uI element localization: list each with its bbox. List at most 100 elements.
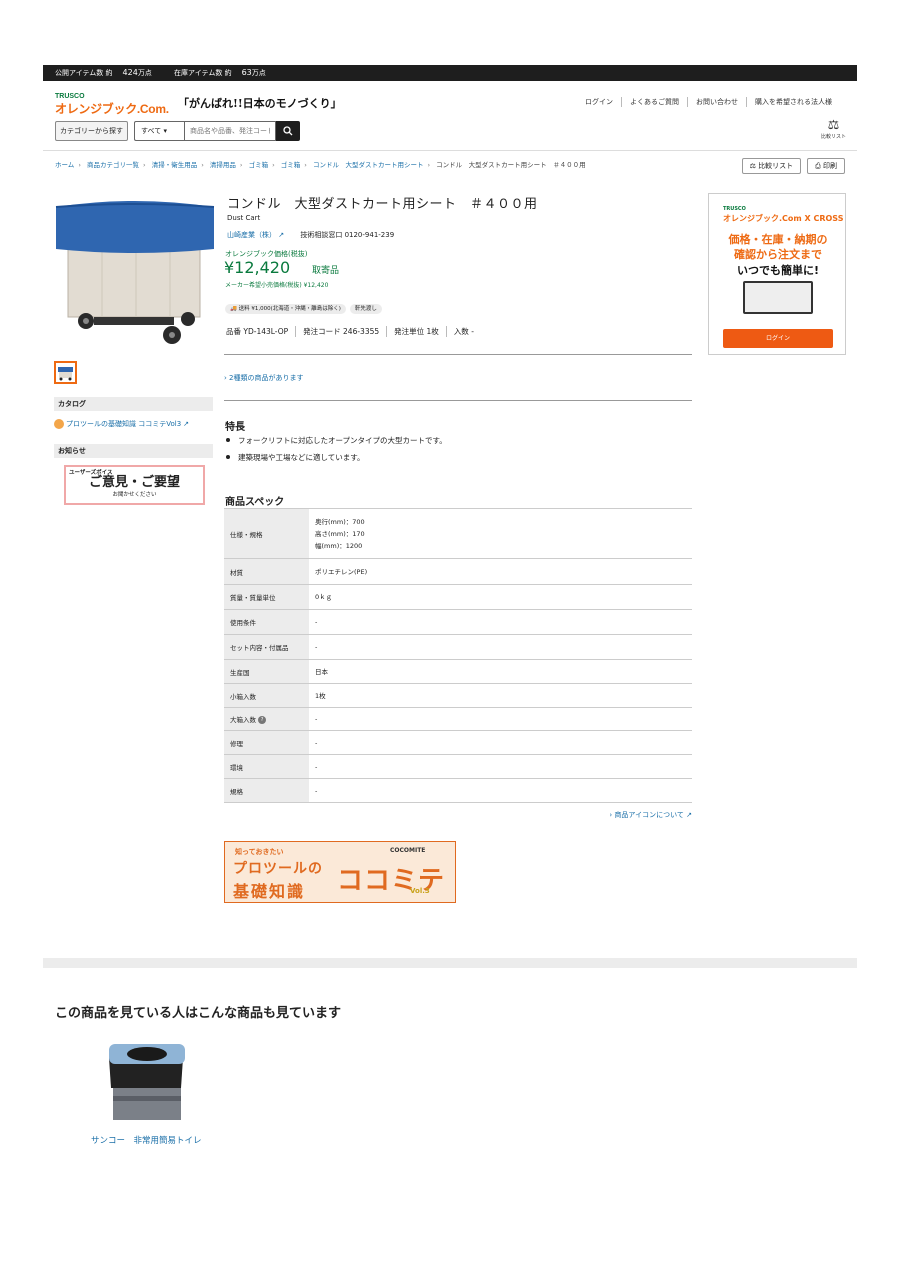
breadcrumb: ホーム › 商品カテゴリ一覧 › 清掃・衛生用品 › 清掃用品 › ゴミ箱 › ゴミ箱 › … <box>55 159 586 169</box>
table-row: 仕様・規格 奥行(mm)：700 高さ(mm)：170 幅(mm)：1200 <box>224 508 692 559</box>
quantity: 入数 - <box>445 326 481 337</box>
contact-link[interactable]: お問い合わせ <box>687 97 746 107</box>
table-row: 環境 - <box>224 754 692 779</box>
stock-items-count: 在庫アイテム数 約 63万点 <box>174 68 266 77</box>
monitor-icon <box>743 281 813 314</box>
table-row: 小箱入数 1枚 <box>224 683 692 708</box>
recommend-heading: この商品を見ている人はこんな商品も見ています <box>55 1006 342 1021</box>
maker-link[interactable]: 山崎産業（株） ↗ <box>227 231 284 239</box>
cross-ad: TRUSCO オレンジブック.Com X CROSS 価格・在庫・納期の 確認から… <box>708 193 846 355</box>
breadcrumb-home[interactable]: ホーム <box>55 161 74 169</box>
shipping-tags: 🚚 送料 ¥1,000(北海道・沖縄・離島は除く) 軒先渡し <box>225 304 382 314</box>
catalog-link[interactable]: プロツールの基礎知識 ココミテVol3 ↗ <box>54 419 189 429</box>
features-heading: 特長 <box>225 422 245 433</box>
order-unit: 発注単位 1枚 <box>386 326 446 337</box>
category-button[interactable]: カテゴリーから探す <box>55 121 128 141</box>
search-icon <box>283 126 293 136</box>
price: ¥12,420 <box>224 258 291 277</box>
search-button[interactable] <box>276 121 300 141</box>
search-scope-select[interactable]: すべて ▾ <box>134 121 184 141</box>
header-links: ログイン よくあるご質問 お問い合わせ 購入を希望される法人様 <box>577 97 840 107</box>
compare-list-button[interactable]: ⚖ 比較リスト <box>821 118 846 141</box>
chevron-right-icon: › <box>427 161 431 169</box>
table-row: セット内容・付属品 - <box>224 634 692 660</box>
site-logo[interactable]: TRUSCO オレンジブック.Com. <box>55 93 169 117</box>
maker-row: 山崎産業（株） ↗ 技術相談窓口 0120-941-239 <box>227 230 394 240</box>
chevron-right-icon: › <box>239 161 243 169</box>
faq-link[interactable]: よくあるご質問 <box>621 97 687 107</box>
external-link-icon: ↗ <box>183 420 190 428</box>
page-tools: ⚖ 比較リスト ⎙ 印刷 <box>741 158 845 174</box>
truck-icon: 🚚 <box>230 306 237 312</box>
feature-item: 建築現場や工場などに適しています。 <box>225 452 447 463</box>
breadcrumb-cleaning-supplies[interactable]: 清掃用品 <box>210 161 236 169</box>
variants-link[interactable]: › 2種類の商品があります <box>224 373 304 383</box>
chevron-right-icon: › <box>224 374 227 382</box>
chevron-right-icon: › <box>201 161 204 169</box>
printer-icon: ⎙ <box>815 162 821 170</box>
chevron-right-icon: › <box>272 161 275 169</box>
shipping-tag: 🚚 送料 ¥1,000(北海道・沖縄・離島は除く) <box>225 304 346 314</box>
site-header: TRUSCO オレンジブック.Com. 「がんばれ!!日本のモノづくり」 ログイ… <box>43 81 857 151</box>
table-row: 大箱入数 ? - <box>224 707 692 731</box>
order-code: 発注コード 246-3355 <box>295 326 386 337</box>
recommend-item[interactable]: サンコー 非常用簡易トイレ <box>91 1038 211 1146</box>
product-thumbnail[interactable] <box>54 361 77 384</box>
external-link-icon: ↗ <box>278 231 285 239</box>
icon-about-link[interactable]: › 商品アイコンについて ↗ <box>609 810 692 820</box>
table-row: 材質 ポリエチレン(PE) <box>224 558 692 585</box>
spec-table: 仕様・規格 奥行(mm)：700 高さ(mm)：170 幅(mm)：1200 材質… <box>224 508 692 803</box>
users-voice-banner[interactable]: ユーザーズボイス ご意見・ご要望 お聞かせください <box>64 465 205 505</box>
table-row: 使用条件 - <box>224 609 692 635</box>
top-stats-bar: 公開アイテム数 約 424万点 在庫アイテム数 約 63万点 <box>43 65 857 81</box>
chevron-down-icon: ▾ <box>163 127 167 135</box>
divider <box>224 400 692 401</box>
login-link[interactable]: ログイン <box>577 97 621 107</box>
add-compare-button[interactable]: ⚖ 比較リスト <box>741 158 802 174</box>
spec-heading: 商品スペック <box>225 497 285 508</box>
product-en-name: Dust Cart <box>227 214 261 222</box>
search-row: カテゴリーから探す すべて ▾ <box>55 121 300 141</box>
catalog-heading: カタログ <box>54 397 213 411</box>
breadcrumb-current: コンドル 大型ダストカート用シート ＃４００用 <box>436 161 586 169</box>
product-image <box>55 201 215 344</box>
section-divider <box>43 958 857 968</box>
product-codes: 品番 YD-143L-OP 発注コード 246-3355 発注単位 1枚 入数 … <box>226 326 481 337</box>
breadcrumb-trash-1[interactable]: ゴミ箱 <box>249 161 269 169</box>
breadcrumb-cleaning[interactable]: 清掃・衛生用品 <box>152 161 198 169</box>
product-title: コンドル 大型ダストカート用シート ＃４００用 <box>227 197 538 212</box>
search-input[interactable] <box>184 121 276 141</box>
chevron-right-icon: › <box>143 161 146 169</box>
table-row: 質量・質量単位 0ｋｇ <box>224 584 692 610</box>
external-link-icon: ↗ <box>686 811 692 819</box>
chevron-right-icon: › <box>304 161 307 169</box>
part-number: 品番 YD-143L-OP <box>226 327 289 336</box>
thumbnail-image <box>58 367 73 381</box>
scale-icon: ⚖ <box>749 162 756 170</box>
support-phone: 技術相談窓口 0120-941-239 <box>300 231 395 239</box>
corporate-link[interactable]: 購入を希望される法人様 <box>746 97 840 107</box>
scale-icon: ⚖ <box>827 118 840 133</box>
recommend-item-image <box>109 1044 185 1120</box>
table-row: 生産国 日本 <box>224 659 692 684</box>
table-row: 修理 - <box>224 730 692 755</box>
ad-login-button[interactable]: ログイン <box>723 329 833 348</box>
slogan: 「がんばれ!!日本のモノづくり」 <box>178 97 342 110</box>
breadcrumb-series[interactable]: コンドル 大型ダストカート用シート <box>313 161 424 169</box>
breadcrumb-categories[interactable]: 商品カテゴリ一覧 <box>87 161 139 169</box>
catalog-icon <box>54 419 64 429</box>
print-button[interactable]: ⎙ 印刷 <box>807 158 845 174</box>
feature-item: フォークリフトに対応したオープンタイプの大型カートです。 <box>225 435 447 446</box>
msrp: メーカー希望小売価格(税抜) ¥12,420 <box>225 282 329 289</box>
help-icon[interactable]: ? <box>258 716 267 724</box>
cocomite-banner[interactable]: 知っておきたい プロツールの 基礎知識 ココミテ COCOMITE Vol.3 <box>224 841 456 903</box>
delivery-tag: 軒先渡し <box>349 304 382 314</box>
chevron-right-icon: › <box>609 811 613 819</box>
breadcrumb-trash-2[interactable]: ゴミ箱 <box>281 161 301 169</box>
public-items-count: 公開アイテム数 約 424万点 <box>55 68 152 77</box>
table-row: 規格 - <box>224 778 692 803</box>
news-heading: お知らせ <box>54 444 213 458</box>
features-list: フォークリフトに対応したオープンタイプの大型カートです。 建築現場や工場などに適… <box>225 435 447 469</box>
stock-status: 取寄品 <box>312 266 340 276</box>
chevron-right-icon: › <box>78 161 81 169</box>
